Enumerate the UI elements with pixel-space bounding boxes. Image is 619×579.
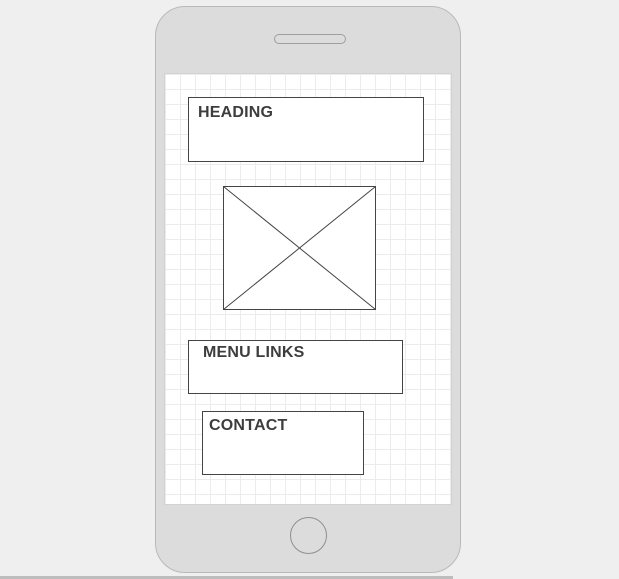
image-placeholder-icon <box>223 186 376 310</box>
contact-label: CONTACT <box>209 417 288 434</box>
heading-label: HEADING <box>198 104 274 121</box>
home-button-icon <box>290 517 327 554</box>
phone-speaker <box>274 34 346 44</box>
menu-links-label: MENU LINKS <box>203 344 305 361</box>
wireframe-canvas: HEADING MENU LINKS CONTACT <box>0 0 619 579</box>
